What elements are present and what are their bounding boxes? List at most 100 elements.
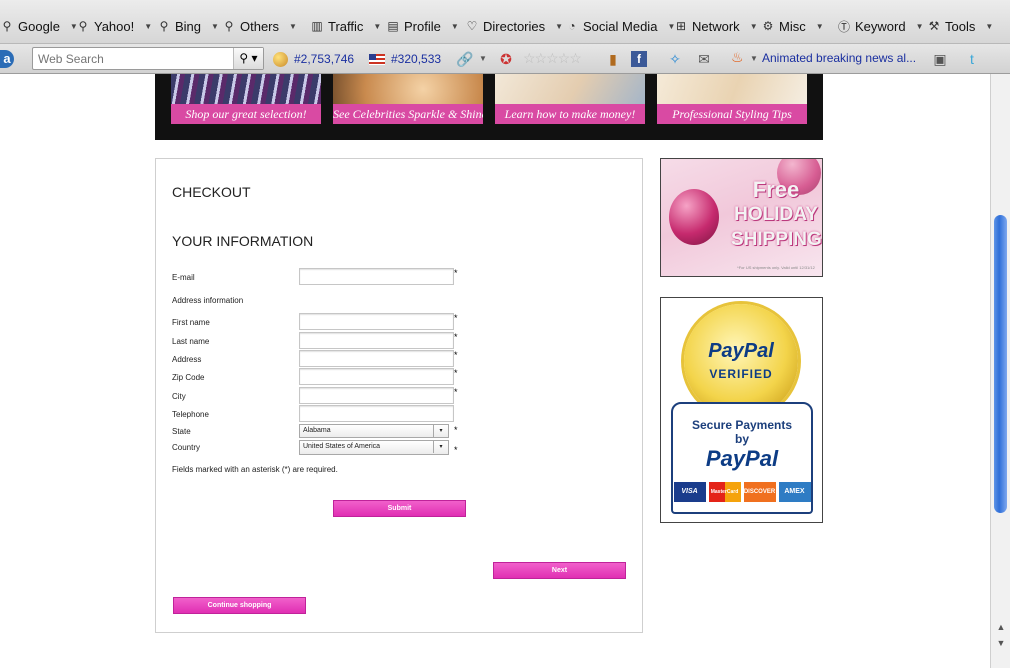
last-name-label: Last name [172, 337, 210, 346]
toolbar-network[interactable]: ⊞ Network ▼ [674, 17, 758, 35]
required-fields-note: Fields marked with an asterisk (*) are r… [172, 465, 338, 474]
search-icon: ⚲ [78, 19, 88, 33]
alexa-rank[interactable]: #2,753,746 [273, 51, 354, 67]
mail-icon[interactable]: ✉ [695, 50, 713, 68]
amex-logo: AMEX [778, 482, 811, 502]
address-label: Address [172, 355, 202, 364]
city-field[interactable] [299, 387, 454, 404]
email-label: E-mail [172, 273, 195, 282]
speech-bubble-icon: ◔ [568, 19, 576, 33]
id-card-icon[interactable]: ▣ [931, 50, 949, 68]
required-marker: * [454, 387, 458, 397]
fine-print: *For US shipments only. Valid until 12/3… [737, 265, 815, 270]
page-title: CHECKOUT [172, 184, 251, 200]
banner-tile-styling[interactable]: Professional Styling Tips [657, 74, 807, 124]
required-marker: * [454, 425, 458, 435]
required-marker: * [454, 368, 458, 378]
globe-icon [273, 51, 288, 67]
paypal-verified-ad[interactable]: PayPal VERIFIED Secure Payments by PayPa… [660, 297, 823, 523]
chevron-down-icon: ▼ [555, 21, 564, 31]
secure-payments-shield: Secure Payments by PayPal VISA MasterCar… [671, 402, 813, 514]
address-info-label: Address information [172, 296, 244, 305]
banner-tile-make-money[interactable]: Learn how to make money! [495, 74, 645, 124]
last-name-field[interactable] [299, 332, 454, 349]
toolbar-others[interactable]: ⚲ Others ▼ [222, 17, 297, 35]
toolbar-traffic[interactable]: ▥ Traffic ▼ [310, 17, 381, 35]
ribbon-icon[interactable]: ✪ [497, 50, 515, 68]
chevron-down-icon: ▼ [985, 21, 994, 31]
chevron-down-icon: ▼ [289, 21, 297, 31]
chevron-down-icon: ▼ [144, 21, 153, 31]
wrench-icon: ⚒ [928, 19, 940, 33]
state-label: State [172, 427, 191, 436]
facebook-icon[interactable]: f [631, 51, 647, 67]
toolbar-tools[interactable]: ⚒ Tools ▼ [927, 17, 994, 35]
profile-card-icon: ▤ [387, 19, 399, 33]
holiday-headline: Free HOLIDAY SHIPPING [731, 177, 822, 250]
toolbar-profile[interactable]: ▤ Profile ▼ [386, 17, 458, 35]
toolbar-secondary: a ⚲ ▾ #2,753,746 #320,533 🔗 ▼ ✪ ☆☆☆☆☆ ▮ … [0, 44, 1010, 74]
toolbar-yahoo[interactable]: ⚲ Yahoo! ▼ [76, 17, 153, 35]
required-marker: * [454, 268, 458, 278]
search-icon: ⚲ [159, 19, 169, 33]
required-marker: * [454, 445, 458, 455]
holiday-shipping-ad[interactable]: Free HOLIDAY SHIPPING *For US shipments … [660, 158, 823, 277]
search-icon: ⚲ [224, 19, 234, 33]
twitter-icon[interactable]: t [963, 50, 981, 68]
chevron-down-icon: ▼ [749, 21, 758, 31]
chevron-down-icon: ▼ [211, 21, 219, 31]
web-search-input[interactable] [33, 48, 229, 69]
fire-icon: ♨ [731, 49, 744, 65]
scrollbar-thumb[interactable] [994, 215, 1007, 513]
zip-code-field[interactable] [299, 368, 454, 385]
gear-icon: ⚙ [762, 19, 774, 33]
toolbar-misc[interactable]: ⚙ Misc ▼ [761, 17, 824, 35]
heart-icon: ♡ [466, 19, 478, 33]
rating-stars[interactable]: ☆☆☆☆☆ [523, 50, 582, 67]
required-marker: * [454, 313, 458, 323]
toolbar-directories[interactable]: ♡ Directories ▼ [465, 17, 563, 35]
banner-tile-shop[interactable]: Shop our great selection! [171, 74, 321, 124]
telephone-field[interactable] [299, 405, 454, 422]
next-button[interactable]: Next [493, 562, 626, 579]
discover-logo: DISCOVER [743, 482, 776, 502]
address-field[interactable] [299, 350, 454, 367]
city-label: City [172, 392, 186, 401]
us-flag-icon [369, 53, 385, 65]
chevron-down-icon[interactable]: ▼ [474, 50, 492, 68]
toolbar-google[interactable]: ⚲ Google ▼ [0, 17, 78, 35]
card-logos: VISA MasterCard DISCOVER AMEX [673, 482, 811, 502]
section-title: YOUR INFORMATION [172, 233, 314, 249]
delicious-icon[interactable]: ✧ [666, 50, 684, 68]
first-name-field[interactable] [299, 313, 454, 330]
submit-button[interactable]: Submit [333, 500, 466, 517]
first-name-label: First name [172, 318, 210, 327]
email-field[interactable] [299, 268, 454, 285]
required-marker: * [454, 350, 458, 360]
book-icon[interactable]: ▮ [604, 50, 622, 68]
scroll-down-arrow-icon[interactable]: ▼ [992, 638, 1010, 652]
country-select[interactable]: United States of America ▾ [299, 440, 449, 455]
banner-tile-celebrities[interactable]: See Celebrities Sparkle & Shine! [333, 74, 483, 124]
chevron-down-icon: ▾ [433, 425, 448, 437]
toolbar-keyword[interactable]: Ⓣ Keyword ▼ [837, 17, 924, 35]
search-button[interactable]: ⚲ ▾ [233, 48, 263, 69]
continue-shopping-button[interactable]: Continue shopping [173, 597, 306, 614]
links-icon[interactable]: 🔗 [456, 50, 474, 68]
search-icon: ⚲ ▾ [239, 51, 258, 65]
scroll-up-arrow-icon[interactable]: ▲ [992, 622, 1010, 636]
toolbar-social-media[interactable]: ◔ Social Media ▼ [565, 17, 675, 35]
chevron-down-icon[interactable]: ▼ [745, 50, 763, 68]
news-ticker[interactable]: Animated breaking news al... [762, 51, 916, 65]
verified-seal: PayPal VERIFIED [684, 304, 798, 418]
ornament-graphic [669, 189, 719, 245]
toolbar-primary: ⚲ Google ▼ ⚲ Yahoo! ▼ ⚲ Bing ▼ ⚲ Others ▼ ▥ Traff… [0, 0, 1010, 44]
us-rank[interactable]: #320,533 [369, 51, 441, 67]
alexa-logo-icon[interactable]: a [0, 50, 14, 68]
vertical-scrollbar[interactable]: ▲ ▼ [990, 74, 1010, 668]
mastercard-logo: MasterCard [708, 482, 741, 502]
toolbar-bing[interactable]: ⚲ Bing ▼ [157, 17, 219, 35]
web-search-box: ⚲ ▾ [32, 47, 264, 70]
state-select[interactable]: Alabama ▾ [299, 424, 449, 438]
visa-logo: VISA [673, 482, 706, 502]
